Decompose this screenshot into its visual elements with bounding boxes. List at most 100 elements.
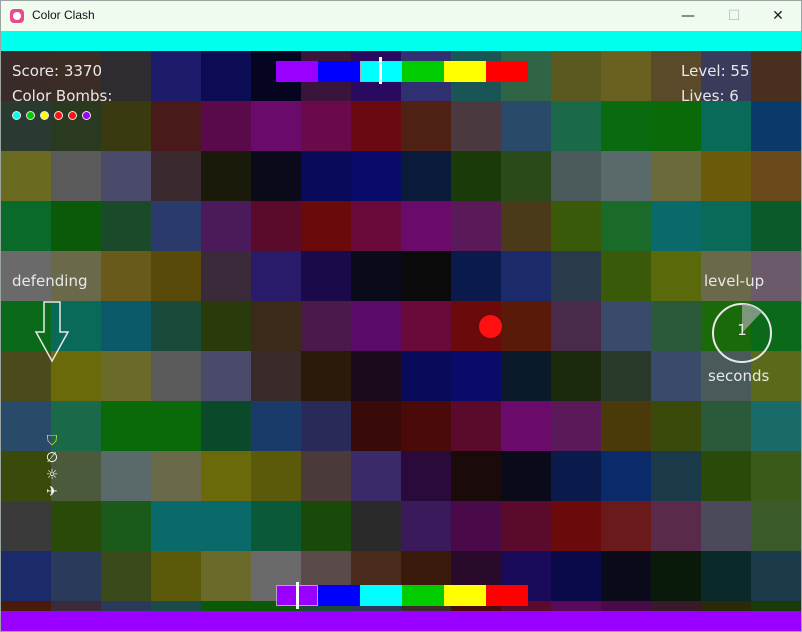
grid-tile (651, 401, 701, 451)
grid-tile (601, 201, 651, 251)
grid-tile (551, 201, 601, 251)
grid-tile (551, 151, 601, 201)
grid-tile (351, 301, 401, 351)
color-bomb-icon (82, 111, 91, 120)
grid-tile (401, 101, 451, 151)
grid-tile (201, 351, 251, 401)
grid-tile (451, 251, 501, 301)
grid-tile (301, 401, 351, 451)
grid-tile (601, 251, 651, 301)
grid-tile (551, 551, 601, 601)
grid-tile (601, 401, 651, 451)
top-palette-swatch (444, 61, 486, 82)
bottom-palette-swatch[interactable] (318, 585, 360, 606)
grid-tile (1, 101, 51, 151)
grid-tile (751, 101, 801, 151)
grid-tile (1, 501, 51, 551)
grid-tile (151, 151, 201, 201)
grid-tile (151, 101, 201, 151)
grid-tile (351, 201, 401, 251)
grid-tile (101, 201, 151, 251)
grid-tile (151, 501, 201, 551)
color-bomb-icon (54, 111, 63, 120)
grid-tile (301, 301, 351, 351)
close-button[interactable]: ✕ (755, 1, 801, 31)
grid-tile (151, 401, 201, 451)
top-color-palette (276, 61, 528, 82)
level-text: Level: 55 (681, 62, 750, 80)
grid-tile (201, 551, 251, 601)
level-up-timer-value: 1 (737, 321, 747, 339)
grid-tile (51, 201, 101, 251)
grid-tile (251, 201, 301, 251)
top-color-bar (1, 31, 801, 51)
grid-tile (601, 151, 651, 201)
grid-tile (351, 151, 401, 201)
grid-tile (401, 251, 451, 301)
grid-tile (651, 101, 701, 151)
grid-tile (401, 451, 451, 501)
grid-tile (201, 401, 251, 451)
top-palette-marker (379, 57, 382, 84)
grid-tile (201, 201, 251, 251)
grid-tile (51, 551, 101, 601)
grid-tile (551, 51, 601, 101)
grid-tile (301, 451, 351, 501)
bottom-palette-swatch[interactable] (486, 585, 528, 606)
grid-tile (301, 351, 351, 401)
bottom-color-bar (1, 611, 801, 631)
grid-tile (301, 501, 351, 551)
grid-tile (101, 151, 151, 201)
grid-tile (251, 351, 301, 401)
grid-tile (451, 451, 501, 501)
grid-tile (501, 451, 551, 501)
player-ball[interactable] (479, 315, 502, 338)
bottom-color-palette[interactable] (276, 585, 528, 606)
grid-tile (601, 501, 651, 551)
grid-tile (101, 301, 151, 351)
minimize-button[interactable]: — (665, 1, 711, 31)
grid-tile (651, 251, 701, 301)
grid-tile (201, 301, 251, 351)
game-canvas[interactable]: Score: 3370 Color Bombs: Level: 55 Lives… (1, 31, 801, 631)
grid-tile (601, 101, 651, 151)
grid-tile (1, 201, 51, 251)
grid-tile (251, 301, 301, 351)
grid-tile (201, 51, 251, 101)
color-bomb-icon (68, 111, 77, 120)
grid-tile (601, 351, 651, 401)
grid-tile (651, 551, 701, 601)
grid-tile (251, 451, 301, 501)
level-up-label: level-up (704, 272, 765, 290)
grid-tile (751, 451, 801, 501)
grid-tile (501, 301, 551, 351)
sun-icon: ☼ (45, 467, 59, 483)
grid-tile (351, 401, 401, 451)
grid-tile (301, 251, 351, 301)
bottom-palette-swatch[interactable] (444, 585, 486, 606)
grid-tile (101, 351, 151, 401)
title-bar[interactable]: Color Clash — ☐ ✕ (1, 1, 801, 31)
grid-tile (551, 101, 601, 151)
maximize-button[interactable]: ☐ (711, 1, 757, 31)
grid-tile (501, 201, 551, 251)
grid-tile (251, 101, 301, 151)
grid-tile (101, 101, 151, 151)
grid-tile (601, 301, 651, 351)
bottom-palette-swatch[interactable] (360, 585, 402, 606)
grid-tile (701, 501, 751, 551)
grid-tile (651, 151, 701, 201)
app-icon (10, 9, 24, 23)
grid-tile (101, 451, 151, 501)
grid-tile (501, 101, 551, 151)
grid-tile (351, 501, 401, 551)
bottom-palette-swatch[interactable] (402, 585, 444, 606)
top-palette-swatch (276, 61, 318, 82)
grid-tile (251, 251, 301, 301)
grid-tile (201, 451, 251, 501)
grid-tile (151, 551, 201, 601)
tile-grid (1, 51, 801, 631)
shield-icon: ⛉ (46, 433, 58, 449)
grid-tile (551, 451, 601, 501)
grid-tile (651, 301, 701, 351)
